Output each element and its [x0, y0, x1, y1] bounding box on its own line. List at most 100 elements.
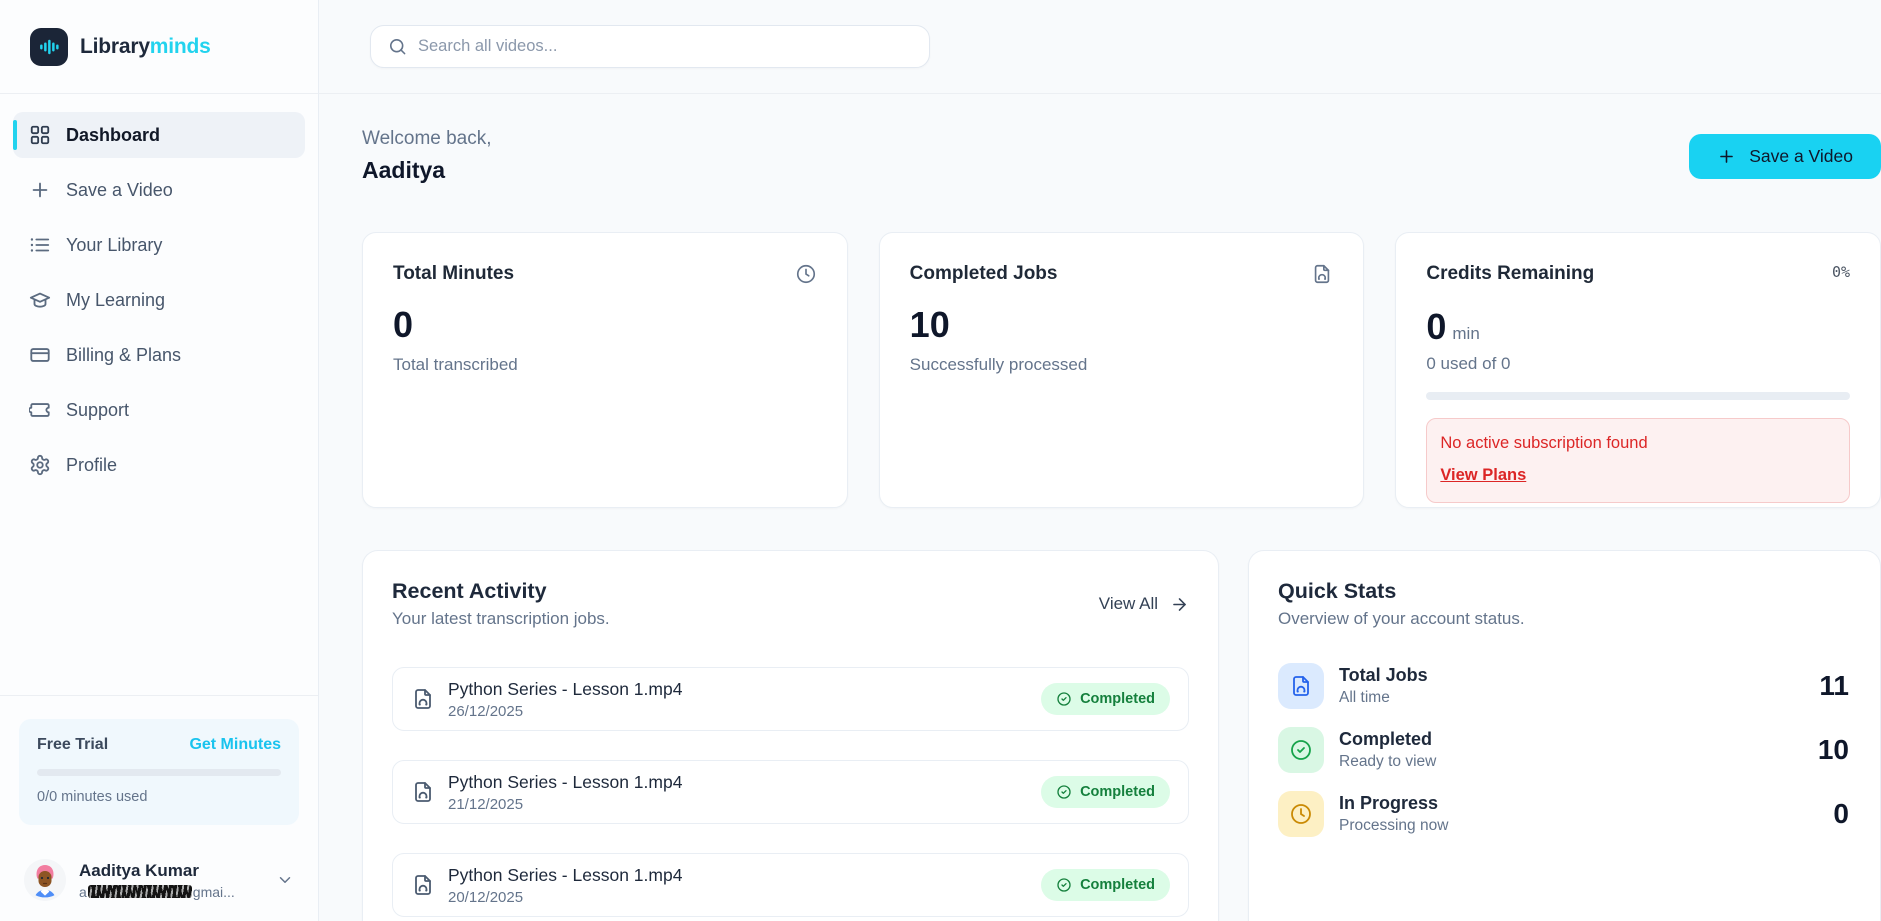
- brand-name: Libraryminds: [80, 34, 211, 58]
- stat-row-total-jobs: Total Jobs All time 11: [1278, 659, 1849, 713]
- audio-file-icon: [411, 687, 435, 711]
- plus-icon: [29, 179, 51, 201]
- sidebar-nav: Dashboard Save a Video Your Library My L…: [0, 94, 318, 488]
- quick-stats-list: Total Jobs All time 11 Completed Ready t…: [1278, 659, 1851, 841]
- user-name: Aaditya Kumar: [79, 860, 199, 880]
- search-box[interactable]: [370, 25, 930, 68]
- credits-usage-text: 0 used of 0: [1426, 354, 1511, 373]
- top-bar: [319, 0, 1881, 94]
- sidebar-item-profile[interactable]: Profile: [13, 442, 305, 488]
- get-minutes-link[interactable]: Get Minutes: [189, 736, 281, 754]
- sidebar-item-label: Billing & Plans: [66, 344, 182, 365]
- sidebar-item-dashboard[interactable]: Dashboard: [13, 112, 305, 158]
- check-circle-icon: [1056, 691, 1072, 707]
- check-circle-icon: [1056, 877, 1072, 893]
- stat-label: In Progress: [1339, 793, 1439, 813]
- view-all-link[interactable]: View All: [1099, 594, 1189, 614]
- credits-value: 0 min: [1426, 306, 1480, 347]
- sidebar-item-save-a-video[interactable]: Save a Video: [13, 167, 305, 213]
- recent-activity-subtitle: Your latest transcription jobs.: [392, 609, 610, 628]
- stat-value: 0: [1833, 798, 1849, 829]
- quick-stats-subtitle: Overview of your account status.: [1278, 609, 1525, 628]
- trial-progress-bar: [37, 769, 281, 776]
- user-email-redacted: a gmai...: [79, 883, 235, 900]
- check-circle-icon: [1278, 727, 1324, 773]
- completed-jobs-card: Completed Jobs 10 Successfully processed: [878, 232, 1365, 508]
- sidebar-item-label: Profile: [66, 454, 118, 475]
- sidebar-item-support[interactable]: Support: [13, 387, 305, 433]
- user-menu[interactable]: Aaditya Kumar a gmai...: [19, 859, 299, 901]
- audio-file-icon: [411, 873, 435, 897]
- stat-row-in-progress: In Progress Processing now 0: [1278, 787, 1849, 841]
- sidebar-item-your-library[interactable]: Your Library: [13, 222, 305, 268]
- list-icon: [29, 234, 51, 256]
- stat-sublabel: Ready to view: [1339, 753, 1437, 770]
- job-filename: Python Series - Lesson 1.mp4: [448, 864, 683, 885]
- view-plans-link[interactable]: View Plans: [1440, 466, 1526, 485]
- sidebar-item-label: Your Library: [66, 234, 163, 255]
- status-badge: Completed: [1041, 776, 1170, 808]
- job-date: 21/12/2025: [448, 795, 524, 813]
- avatar: [24, 859, 66, 901]
- credits-remaining-card: Credits Remaining 0% 0 min 0 used of 0 No…: [1395, 232, 1881, 508]
- arrow-right-icon: [1170, 595, 1189, 614]
- chevron-down-icon[interactable]: [276, 871, 294, 889]
- brand-waveform-icon: [30, 27, 68, 66]
- welcome-text: Welcome back,: [362, 128, 492, 149]
- sidebar-item-billing-plans[interactable]: Billing & Plans: [13, 332, 305, 378]
- sidebar: Libraryminds Dashboard Save a Video Your…: [0, 0, 319, 921]
- plus-icon: [1717, 147, 1736, 166]
- recent-activity-title: Recent Activity: [392, 579, 547, 603]
- job-row[interactable]: Python Series - Lesson 1.mp4 26/12/2025 …: [392, 667, 1189, 731]
- job-row[interactable]: Python Series - Lesson 1.mp4 20/12/2025 …: [392, 853, 1189, 917]
- ticket-icon: [29, 399, 51, 421]
- email-redaction-scribble: [87, 885, 192, 898]
- quick-stats-title: Quick Stats: [1278, 579, 1397, 603]
- trial-plan-label: Free Trial: [37, 736, 109, 753]
- quick-stats-panel: Quick Stats Overview of your account sta…: [1248, 550, 1881, 921]
- total-minutes-card: Total Minutes 0 Total transcribed: [362, 232, 848, 508]
- credits-progress-bar: [1426, 392, 1851, 400]
- job-date: 20/12/2025: [448, 888, 524, 906]
- active-indicator: [13, 120, 17, 150]
- graduation-cap-icon: [29, 289, 51, 311]
- dashboard-grid-icon: [29, 124, 51, 146]
- page-title-username: Aaditya: [362, 157, 446, 183]
- stat-row-completed: Completed Ready to view 10: [1278, 723, 1849, 777]
- sidebar-item-label: My Learning: [66, 289, 166, 310]
- gear-icon: [29, 454, 51, 476]
- welcome-block: Welcome back, Aaditya: [362, 128, 492, 184]
- stat-value: 11: [1819, 670, 1849, 701]
- save-a-video-button[interactable]: Save a Video: [1689, 133, 1881, 179]
- free-trial-card: Free Trial Get Minutes 0/0 minutes used: [19, 719, 299, 825]
- brand-logo[interactable]: Libraryminds: [0, 0, 318, 94]
- card-title: Total Minutes: [393, 263, 515, 284]
- total-minutes-value: 0: [393, 304, 414, 345]
- search-icon: [388, 37, 407, 56]
- job-row[interactable]: Python Series - Lesson 1.mp4 21/12/2025 …: [392, 760, 1189, 824]
- stat-value: 10: [1817, 734, 1849, 765]
- job-filename: Python Series - Lesson 1.mp4: [448, 678, 683, 699]
- recent-activity-panel: Recent Activity Your latest transcriptio…: [362, 550, 1219, 921]
- job-filename: Python Series - Lesson 1.mp4: [448, 771, 683, 792]
- credit-card-icon: [29, 344, 51, 366]
- search-input[interactable]: [418, 37, 912, 56]
- card-subtitle: Total transcribed: [393, 355, 518, 374]
- alert-message: No active subscription found: [1440, 434, 1648, 452]
- clock-icon: [795, 263, 817, 285]
- job-date: 26/12/2025: [448, 702, 524, 720]
- sidebar-item-label: Save a Video: [66, 179, 173, 200]
- dashboard-content: Welcome back, Aaditya Save a Video Total…: [319, 94, 1881, 921]
- sidebar-footer: Free Trial Get Minutes 0/0 minutes used: [0, 695, 318, 921]
- sidebar-item-my-learning[interactable]: My Learning: [13, 277, 305, 323]
- status-badge: Completed: [1041, 869, 1170, 901]
- trial-usage-text: 0/0 minutes used: [37, 789, 148, 805]
- audio-file-icon: [1311, 263, 1333, 285]
- subscription-alert: No active subscription found View Plans: [1426, 418, 1851, 503]
- clock-icon: [1278, 791, 1324, 837]
- jobs-list: Python Series - Lesson 1.mp4 26/12/2025 …: [392, 667, 1189, 917]
- stat-label: Completed: [1339, 729, 1433, 749]
- audio-file-icon: [1278, 663, 1324, 709]
- completed-jobs-value: 10: [909, 304, 950, 345]
- stat-label: Total Jobs: [1339, 665, 1428, 685]
